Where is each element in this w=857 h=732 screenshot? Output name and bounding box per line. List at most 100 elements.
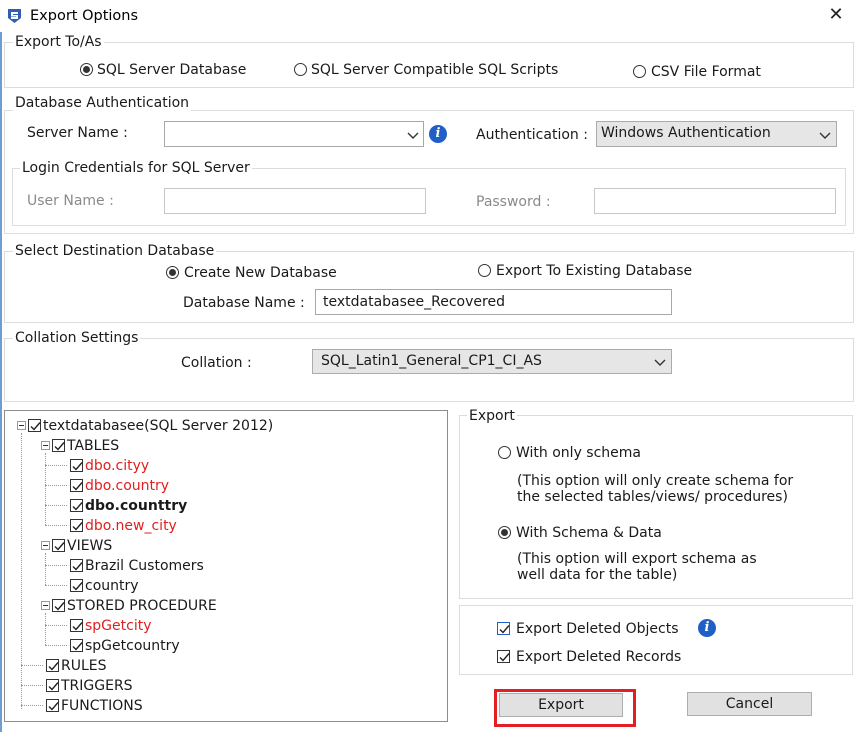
destination-legend: Select Destination Database [13, 243, 217, 259]
tree-checkbox-proc[interactable] [70, 619, 83, 632]
export-deleted-objects-label[interactable]: Export Deleted Objects [516, 621, 679, 637]
tree-connector [21, 705, 43, 706]
close-icon[interactable]: ✕ [826, 4, 846, 26]
tree-connector [45, 645, 67, 646]
tree-checkbox-table[interactable] [70, 479, 83, 492]
tree-connector [21, 433, 22, 709]
info-icon[interactable]: i [698, 619, 716, 637]
tree-connector [45, 625, 67, 626]
radio-label-with-schema-and-data[interactable]: With Schema & Data [516, 525, 662, 541]
chevron-down-icon[interactable] [652, 354, 668, 370]
tree-checkbox-procs[interactable] [52, 599, 65, 612]
radio-sql-server-database[interactable] [80, 63, 93, 76]
tree-checkbox-table[interactable] [70, 459, 83, 472]
authentication-label: Authentication : [476, 127, 588, 143]
tree-connector [45, 465, 67, 466]
radio-label-sql-server-database[interactable]: SQL Server Database [97, 62, 246, 78]
tree-checkbox-views[interactable] [52, 539, 65, 552]
login-credentials-legend: Login Credentials for SQL Server [20, 160, 252, 176]
radio-with-schema-and-data[interactable] [498, 526, 511, 539]
export-deleted-records-label[interactable]: Export Deleted Records [516, 649, 681, 665]
tree-checkbox-rules[interactable] [46, 659, 59, 672]
tree-checkbox-view[interactable] [70, 559, 83, 572]
window-edge [0, 32, 2, 732]
app-logo-icon [6, 7, 23, 24]
tree-node-proc[interactable]: spGetcountry [85, 638, 180, 654]
chevron-down-icon[interactable] [405, 127, 421, 143]
server-name-combo[interactable] [164, 121, 424, 147]
database-name-value: textdatabasee_Recovered [323, 294, 505, 310]
tree-connector [21, 685, 43, 686]
tree-node-table[interactable]: dbo.cityy [85, 458, 149, 474]
collation-label: Collation : [181, 355, 252, 371]
radio-label-csv[interactable]: CSV File Format [651, 64, 761, 80]
tree-node-proc[interactable]: spGetcity [85, 618, 152, 634]
radio-sql-scripts[interactable] [294, 63, 307, 76]
tree-connector [45, 505, 67, 506]
radio-label-sql-scripts[interactable]: SQL Server Compatible SQL Scripts [311, 62, 558, 78]
tree-checkbox-table[interactable] [70, 499, 83, 512]
tree-node-views[interactable]: VIEWS [67, 538, 112, 554]
schema-data-description: well data for the table) [517, 567, 678, 583]
database-name-input[interactable]: textdatabasee_Recovered [315, 289, 672, 315]
collation-select[interactable]: SQL_Latin1_General_CP1_CI_AS [312, 349, 672, 374]
radio-csv[interactable] [633, 65, 646, 78]
tree-node-root[interactable]: textdatabasee(SQL Server 2012) [43, 418, 273, 434]
tree-checkbox-table[interactable] [70, 519, 83, 532]
window-title: Export Options [30, 8, 139, 24]
export-deleted-records-checkbox[interactable] [497, 650, 510, 663]
radio-label-create-new-database[interactable]: Create New Database [184, 265, 337, 281]
export-button[interactable]: Export [499, 693, 623, 717]
tree-node-tables[interactable]: TABLES [67, 438, 119, 454]
tree-checkbox-functions[interactable] [46, 699, 59, 712]
collapse-icon[interactable] [17, 421, 26, 430]
tree-node-table[interactable]: dbo.counttry [85, 498, 187, 514]
tree-checkbox-triggers[interactable] [46, 679, 59, 692]
tree-checkbox-view[interactable] [70, 579, 83, 592]
tree-checkbox-tables[interactable] [52, 439, 65, 452]
tree-node-procs[interactable]: STORED PROCEDURE [67, 598, 217, 614]
tree-connector [45, 525, 67, 526]
info-icon[interactable]: i [429, 125, 447, 143]
radio-existing-database[interactable] [478, 264, 491, 277]
radio-create-new-database[interactable] [166, 266, 179, 279]
tree-node-view[interactable]: Brazil Customers [85, 558, 204, 574]
chevron-down-icon[interactable] [817, 127, 833, 143]
db-auth-legend: Database Authentication [13, 95, 192, 111]
cancel-button[interactable]: Cancel [687, 692, 812, 716]
tree-checkbox-root[interactable] [28, 419, 41, 432]
database-name-label: Database Name : [183, 295, 305, 311]
collapse-icon[interactable] [41, 441, 50, 450]
export-deleted-objects-checkbox[interactable] [497, 622, 510, 635]
tree-node-triggers[interactable]: TRIGGERS [61, 678, 133, 694]
password-label: Password : [476, 194, 551, 210]
title-bar: Export Options ✕ [0, 0, 857, 32]
collapse-icon[interactable] [41, 601, 50, 610]
collation-legend: Collation Settings [13, 330, 141, 346]
radio-label-existing-database[interactable]: Export To Existing Database [496, 263, 692, 279]
tree-connector [45, 613, 46, 645]
tree-connector [45, 565, 67, 566]
tree-checkbox-proc[interactable] [70, 639, 83, 652]
tree-connector [21, 665, 43, 666]
tree-connector [45, 485, 67, 486]
tree-node-table[interactable]: dbo.country [85, 478, 169, 494]
export-to-legend: Export To/As [13, 34, 104, 50]
password-field[interactable] [594, 188, 836, 214]
authentication-select[interactable]: Windows Authentication [596, 121, 837, 147]
user-name-field[interactable] [164, 188, 426, 214]
object-tree[interactable]: textdatabasee(SQL Server 2012) TABLES db… [4, 410, 448, 722]
tree-connector [45, 453, 46, 525]
schema-only-description: (This option will only create schema for [517, 473, 794, 489]
tree-node-table[interactable]: dbo.new_city [85, 518, 177, 534]
authentication-value: Windows Authentication [601, 125, 771, 141]
tree-node-view[interactable]: country [85, 578, 139, 594]
tree-node-rules[interactable]: RULES [61, 658, 107, 674]
tree-node-functions[interactable]: FUNCTIONS [61, 698, 143, 714]
collapse-icon[interactable] [41, 541, 50, 550]
radio-with-only-schema[interactable] [498, 446, 511, 459]
schema-only-description: the selected tables/views/ procedures) [517, 489, 788, 505]
server-name-label: Server Name : [27, 125, 128, 141]
tree-connector [45, 553, 46, 585]
radio-label-with-only-schema[interactable]: With only schema [516, 445, 641, 461]
